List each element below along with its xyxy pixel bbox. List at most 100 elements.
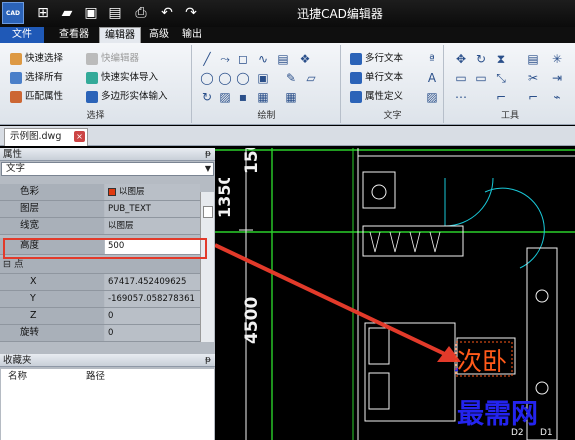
arc-icon[interactable]: ↻ <box>199 89 215 105</box>
tab-file[interactable]: 文件 <box>0 27 44 43</box>
point-icon[interactable]: ▪ <box>235 89 251 105</box>
circle-icon[interactable]: ◯ <box>199 70 215 86</box>
app-title: 迅捷CAD编辑器 <box>297 7 383 21</box>
block-insert-icon[interactable]: ❖ <box>297 51 313 67</box>
pillow-1 <box>368 327 390 365</box>
copy-icon[interactable]: ▭ <box>453 70 469 86</box>
rectangle-icon[interactable]: ◻ <box>235 51 251 67</box>
room-label-text[interactable]: 次卧 <box>457 342 507 378</box>
attribute-definition-button[interactable]: 属性定义 <box>350 89 403 105</box>
scrollbar-thumb[interactable] <box>203 206 213 218</box>
entity-type-value: 文字 <box>6 163 26 174</box>
property-value[interactable]: 67417.452409625 <box>105 274 200 290</box>
pencil-icon[interactable]: ✎ <box>283 70 299 86</box>
document-tab-label: 示例图.dwg <box>10 131 62 142</box>
circle-2p-icon[interactable]: ◯ <box>217 70 233 86</box>
property-key: Z <box>0 308 104 324</box>
save-icon[interactable]: ▣ <box>82 4 100 22</box>
block-editor-icon <box>86 52 98 65</box>
chamfer-icon[interactable]: ⌐ <box>525 89 541 105</box>
move-icon[interactable]: ✥ <box>453 51 469 67</box>
block-editor-button[interactable]: 快编辑器 <box>86 51 139 67</box>
tab-advanced[interactable]: 高级 <box>145 27 173 43</box>
table-icon[interactable]: ▦ <box>283 89 299 105</box>
open-folder-icon[interactable]: ▰ <box>58 4 76 22</box>
wipeout-icon[interactable]: ▱ <box>303 70 319 86</box>
text-icon <box>350 71 362 84</box>
rotate-icon[interactable]: ↻ <box>473 51 489 67</box>
quick-entity-import-button[interactable]: 快速实体导入 <box>86 70 158 86</box>
ribbon: 快速选择 快编辑器 选择所有 快速实体导入 匹配属性 多边形实体输入 选择 ╱ … <box>0 43 575 125</box>
properties-title: 属性 <box>3 149 23 160</box>
match-properties-button[interactable]: 匹配属性 <box>10 89 63 105</box>
single-line-text-button[interactable]: 单行文本 <box>350 70 403 86</box>
entity-type-select[interactable]: 文字 ▼ <box>1 162 214 176</box>
pin-icon[interactable]: ᵽ <box>205 148 211 161</box>
spline-icon[interactable]: ∿ <box>255 51 271 67</box>
pin-icon[interactable]: ᵽ <box>205 354 211 367</box>
scale-icon[interactable]: ⤡ <box>493 70 509 86</box>
array-icon[interactable]: ▭ <box>473 70 489 86</box>
door-swing-2 <box>484 187 545 269</box>
image-icon[interactable]: ▣ <box>255 70 271 86</box>
redo-icon[interactable]: ↷ <box>182 4 200 22</box>
tab-output[interactable]: 输出 <box>178 27 206 43</box>
app-logo[interactable]: CAD <box>2 2 24 24</box>
drawing-canvas[interactable]: 1500 4500 13500 次卧 最需网 D2 D1 <box>215 148 575 440</box>
circle-3p-icon[interactable]: ◯ <box>235 70 251 86</box>
property-key: 旋转 <box>0 325 104 341</box>
print-icon[interactable]: ⎙ <box>132 4 150 22</box>
label-d1: D1 <box>540 428 553 438</box>
attribute-icon <box>350 90 362 103</box>
property-value[interactable]: 0 <box>105 325 200 341</box>
collapse-icon[interactable]: ⊟ <box>3 257 11 273</box>
property-key: 线宽 <box>0 218 104 234</box>
hatch-icon[interactable]: ▤ <box>275 51 291 67</box>
mirror-icon[interactable]: ⧗ <box>493 51 509 67</box>
fillet-icon[interactable]: ⌐ <box>493 89 509 105</box>
draw-group-label: 绘制 <box>257 111 276 121</box>
property-row-color: 色彩 以图层 <box>0 184 200 201</box>
property-row-z: Z 0 <box>0 308 200 325</box>
property-value[interactable]: 0 <box>105 308 200 324</box>
tools-group: ✥ ↻ ⧗ ▤ ✳ ▭ ▭ ⤡ ✂ ⇥ ⋯ ⌐ ⌐ ⌁ 工具 <box>445 45 575 123</box>
tab-viewer[interactable]: 查看器 <box>54 27 94 43</box>
select-all-button[interactable]: 选择所有 <box>10 70 63 86</box>
trim-icon[interactable]: ✂ <box>525 70 541 86</box>
line-icon[interactable]: ╱ <box>199 51 215 67</box>
layer-icon[interactable]: ▤ <box>525 51 541 67</box>
column-name[interactable]: 名称 <box>8 369 27 385</box>
new-file-icon[interactable]: ⊞ <box>34 4 52 22</box>
mtext-button[interactable]: 多行文本 <box>350 51 403 67</box>
pillow-2 <box>368 372 390 410</box>
properties-scrollbar[interactable] <box>200 192 214 342</box>
column-path[interactable]: 路径 <box>86 369 105 385</box>
property-value[interactable]: 以图层 <box>105 218 200 234</box>
brush-icon <box>10 90 22 103</box>
tab-editor[interactable]: 编辑器 <box>99 27 141 43</box>
undo-icon[interactable]: ↶ <box>158 4 176 22</box>
gradient-icon[interactable]: ▨ <box>217 89 233 105</box>
break-icon[interactable]: ⌁ <box>549 89 565 105</box>
dimension-partial: 13500 <box>215 178 231 218</box>
text-edit-icon[interactable]: A <box>424 70 440 86</box>
save-as-icon[interactable]: ▤ <box>106 4 124 22</box>
polyline-icon[interactable]: ⤳ <box>217 51 233 67</box>
extend-icon[interactable]: ⇥ <box>549 70 565 86</box>
polygon-icon <box>86 90 98 103</box>
explode-icon[interactable]: ✳ <box>549 51 565 67</box>
close-icon[interactable]: × <box>74 131 85 142</box>
dimension-4500: 4500 <box>242 296 262 344</box>
quick-select-button[interactable]: 快速选择 <box>10 51 63 67</box>
property-value[interactable]: PUB_TEXT <box>105 201 200 217</box>
text-find-icon[interactable]: ▨ <box>424 89 440 105</box>
draw-group: ╱ ⤳ ◻ ∿ ▤ ❖ ◯ ◯ ◯ ▣ ✎ ▱ ↻ ▨ ▪ ▦ ▦ 绘制 <box>193 45 341 123</box>
properties-panel: 属性 ᵽ 文字 ▼ 色彩 以图层 图层 PUB_TEXT 线宽 以图层 高度 5… <box>0 148 215 440</box>
offset-icon[interactable]: ⋯ <box>453 89 469 105</box>
region-icon[interactable]: ▦ <box>255 89 271 105</box>
property-value[interactable]: 以图层 <box>105 184 200 200</box>
text-style-icon[interactable]: ª <box>424 51 440 67</box>
document-tab[interactable]: 示例图.dwg × <box>4 128 88 146</box>
property-value[interactable]: -169057.058278361 <box>105 291 200 307</box>
polygon-entity-input-button[interactable]: 多边形实体输入 <box>86 89 168 105</box>
